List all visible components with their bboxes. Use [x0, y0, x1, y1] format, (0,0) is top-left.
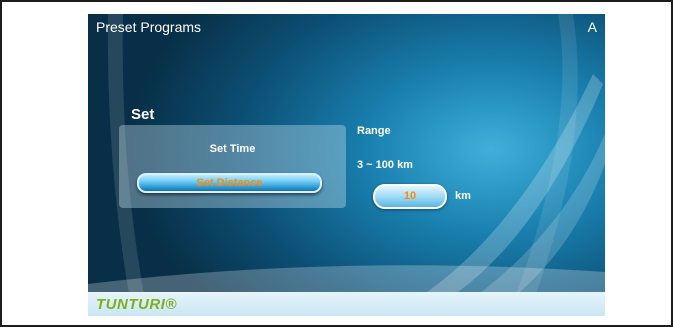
footer-bar: TUNTURI®	[88, 292, 605, 316]
distance-input[interactable]: 10	[373, 184, 447, 209]
range-label: Range	[357, 125, 391, 137]
unit-label: km	[455, 190, 471, 202]
range-text: 3 ~ 100 km	[357, 159, 413, 171]
tunturi-logo: TUNTURI®	[96, 296, 177, 313]
set-options-panel: Set Time Set Distance	[119, 125, 346, 208]
set-heading: Set	[131, 106, 155, 123]
screen-title: Preset Programs	[96, 19, 202, 35]
device-frame: Preset Programs A Set Set Time Set Dista…	[0, 0, 673, 327]
set-distance-button[interactable]: Set Distance	[137, 173, 322, 193]
console-screen: Preset Programs A Set Set Time Set Dista…	[88, 14, 605, 316]
set-time-option[interactable]: Set Time	[119, 143, 346, 155]
corner-label: A	[587, 19, 597, 35]
